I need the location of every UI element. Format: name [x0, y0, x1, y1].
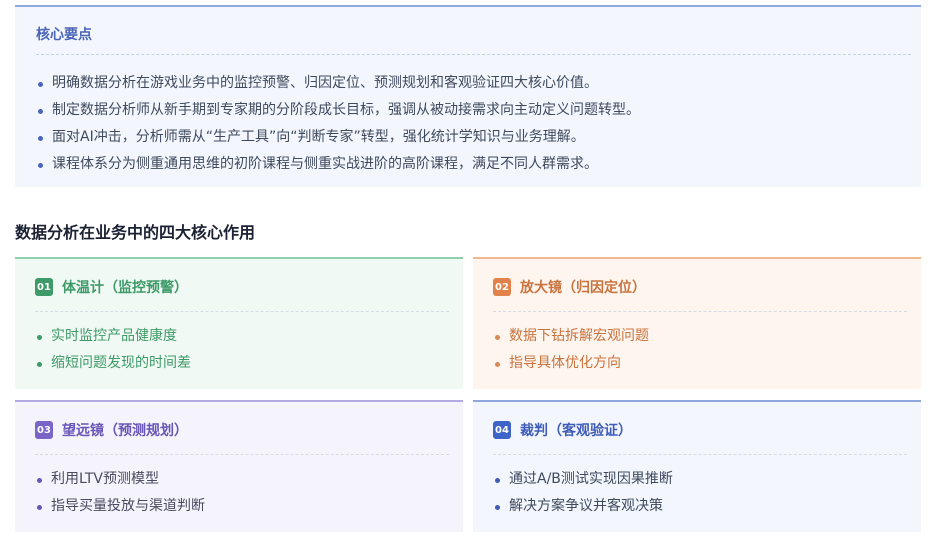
role-card-telescope: 03 望远镜（预测规划） 利用LTV预测模型 指导买量投放与渠道判断 — [15, 400, 463, 532]
card-list: 利用LTV预测模型 指导买量投放与渠道判断 — [35, 466, 205, 520]
card-header: 01 体温计（监控预警） — [35, 277, 188, 297]
bullet-icon — [38, 82, 43, 87]
card-header: 03 望远镜（预测规划） — [35, 420, 188, 440]
bullet-icon — [495, 478, 500, 483]
card-header: 02 放大镜（归因定位） — [493, 277, 646, 297]
bullet-icon — [37, 505, 42, 510]
list-item: 面对AI冲击，分析师需从“生产工具”向“判断专家”转型，强化统计学知识与业务理解… — [36, 124, 640, 151]
list-item: 制定数据分析师从新手期到专家期的分阶段成长目标，强调从被动接需求向主动定义问题转… — [36, 97, 640, 124]
key-points-panel: 核心要点 明确数据分析在游戏业务中的监控预警、归因定位、预测规划和客观验证四大核… — [15, 5, 921, 187]
divider — [35, 454, 449, 455]
list-item: 实时监控产品健康度 — [35, 323, 191, 350]
bullet-icon — [495, 505, 500, 510]
card-title: 裁判（客观验证） — [520, 423, 632, 439]
divider — [493, 311, 907, 312]
list-item: 通过A/B测试实现因果推断 — [493, 466, 673, 493]
key-points-list: 明确数据分析在游戏业务中的监控预警、归因定位、预测规划和客观验证四大核心价值。 … — [36, 70, 640, 178]
card-list: 数据下钻拆解宏观问题 指导具体优化方向 — [493, 323, 649, 377]
number-badge: 04 — [493, 421, 511, 439]
bullet-icon — [38, 163, 43, 168]
key-points-title: 核心要点 — [36, 27, 92, 43]
card-title: 体温计（监控预警） — [62, 280, 188, 296]
role-card-magnifier: 02 放大镜（归因定位） 数据下钻拆解宏观问题 指导具体优化方向 — [473, 257, 921, 389]
bullet-icon — [38, 136, 43, 141]
card-list: 实时监控产品健康度 缩短问题发现的时间差 — [35, 323, 191, 377]
bullet-icon — [38, 109, 43, 114]
divider — [36, 54, 911, 55]
number-badge: 01 — [35, 278, 53, 296]
card-list: 通过A/B测试实现因果推断 解决方案争议并客观决策 — [493, 466, 673, 520]
list-item: 数据下钻拆解宏观问题 — [493, 323, 649, 350]
list-item: 指导具体优化方向 — [493, 350, 649, 377]
bullet-icon — [495, 362, 500, 367]
card-header: 04 裁判（客观验证） — [493, 420, 632, 440]
number-badge: 03 — [35, 421, 53, 439]
bullet-icon — [37, 362, 42, 367]
list-item: 利用LTV预测模型 — [35, 466, 205, 493]
list-item: 课程体系分为侧重通用思维的初阶课程与侧重实战进阶的高阶课程，满足不同人群需求。 — [36, 151, 640, 178]
card-title: 望远镜（预测规划） — [62, 423, 188, 439]
role-card-referee: 04 裁判（客观验证） 通过A/B测试实现因果推断 解决方案争议并客观决策 — [473, 400, 921, 532]
card-title: 放大镜（归因定位） — [520, 280, 646, 296]
list-item: 明确数据分析在游戏业务中的监控预警、归因定位、预测规划和客观验证四大核心价值。 — [36, 70, 640, 97]
section-title: 数据分析在业务中的四大核心作用 — [15, 223, 256, 242]
bullet-icon — [495, 335, 500, 340]
number-badge: 02 — [493, 278, 511, 296]
bullet-icon — [37, 335, 42, 340]
list-item: 解决方案争议并客观决策 — [493, 493, 673, 520]
bullet-icon — [37, 478, 42, 483]
divider — [493, 454, 907, 455]
role-card-thermometer: 01 体温计（监控预警） 实时监控产品健康度 缩短问题发现的时间差 — [15, 257, 463, 389]
list-item: 指导买量投放与渠道判断 — [35, 493, 205, 520]
list-item: 缩短问题发现的时间差 — [35, 350, 191, 377]
divider — [35, 311, 449, 312]
